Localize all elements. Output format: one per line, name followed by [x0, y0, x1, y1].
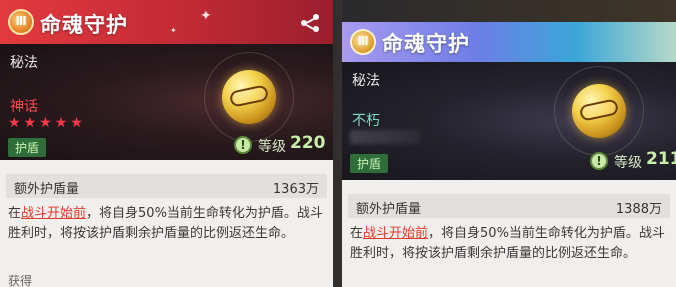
blurred-stars [350, 130, 420, 144]
skill-card-immortal[interactable]: Ⅲ 命魂守护 秘法 不朽 护盾 ! 等级 211 额外护盾量 1388万 在战斗… [342, 0, 676, 287]
sparkle-icon: ✦ [200, 8, 212, 24]
card-header: Ⅲ 命魂守护 ✦ ✦ [0, 0, 333, 44]
stats-panel: 额外护盾量 1388万 在战斗开始前，将自身50%当前生命转化为护盾。战斗胜利时… [342, 180, 676, 287]
share-icon[interactable] [301, 14, 319, 32]
keyword-link[interactable]: 战斗开始前 [363, 226, 428, 241]
skill-emblem-icon: Ⅲ [8, 9, 34, 35]
star-rating: ★ ★ ★ ★ ★ [8, 116, 83, 130]
card-title: 命魂守护 [40, 13, 128, 37]
screenshot-stage: Ⅲ 命魂守护 ✦ ✦ 秘法 神话 ★ ★ ★ ★ ★ 护盾 ! 等级 220 额… [0, 0, 676, 287]
level-label: 等级 [614, 155, 642, 171]
sparkle-icon: ✦ [170, 26, 177, 35]
skill-emblem-icon: Ⅲ [350, 29, 376, 55]
star-icon: ★ [23, 115, 37, 131]
card-title: 命魂守护 [382, 32, 470, 56]
skill-card-mythic[interactable]: Ⅲ 命魂守护 ✦ ✦ 秘法 神话 ★ ★ ★ ★ ★ 护盾 ! 等级 220 额… [0, 0, 333, 287]
stat-row: 额外护盾量 1363万 [6, 174, 327, 198]
star-icon: ★ [8, 115, 21, 131]
star-icon: ★ [54, 115, 68, 131]
stat-name: 额外护盾量 [356, 202, 422, 217]
level-info-icon[interactable]: ! [590, 152, 608, 170]
background-strip [342, 0, 676, 22]
skill-description: 在战斗开始前，将自身50%当前生命转化为护盾。战斗胜利时，将按该护盾剩余护盾量的… [350, 226, 665, 261]
card-info-area: 秘法 不朽 护盾 ! 等级 211 [342, 62, 676, 180]
stats-panel: 额外护盾量 1363万 在战斗开始前，将自身50%当前生命转化为护盾。战斗胜利时… [0, 160, 333, 287]
star-icon: ★ [70, 115, 83, 131]
stat-value: 1388万 [615, 202, 662, 217]
subcategory-label: 秘法 [10, 55, 38, 71]
level-value: 220 [290, 133, 326, 153]
effect-tag: 护盾 [350, 154, 389, 173]
subcategory-label: 秘法 [352, 73, 380, 89]
rarity-label: 不朽 [352, 113, 380, 129]
card-info-area: 秘法 神话 ★ ★ ★ ★ ★ 护盾 ! 等级 220 [0, 44, 333, 160]
star-icon: ★ [39, 115, 52, 131]
stat-value: 1363万 [272, 182, 319, 197]
effect-tag: 护盾 [8, 138, 47, 157]
relic-coin-icon [554, 66, 644, 156]
level-info-icon[interactable]: ! [234, 136, 252, 154]
card-header: Ⅲ 命魂守护 [342, 22, 676, 62]
relic-coin-icon [204, 52, 294, 142]
keyword-link[interactable]: 战斗开始前 [21, 206, 86, 221]
skill-description: 在战斗开始前，将自身50%当前生命转化为护盾。战斗胜利时，将按该护盾剩余护盾量的… [8, 206, 323, 241]
level-label: 等级 [258, 139, 286, 155]
stat-name: 额外护盾量 [14, 182, 80, 197]
rarity-label: 神话 [10, 99, 38, 115]
level-value: 211 [646, 149, 676, 169]
source-label: 获得 [8, 274, 33, 287]
stat-row: 额外护盾量 1388万 [348, 194, 670, 218]
